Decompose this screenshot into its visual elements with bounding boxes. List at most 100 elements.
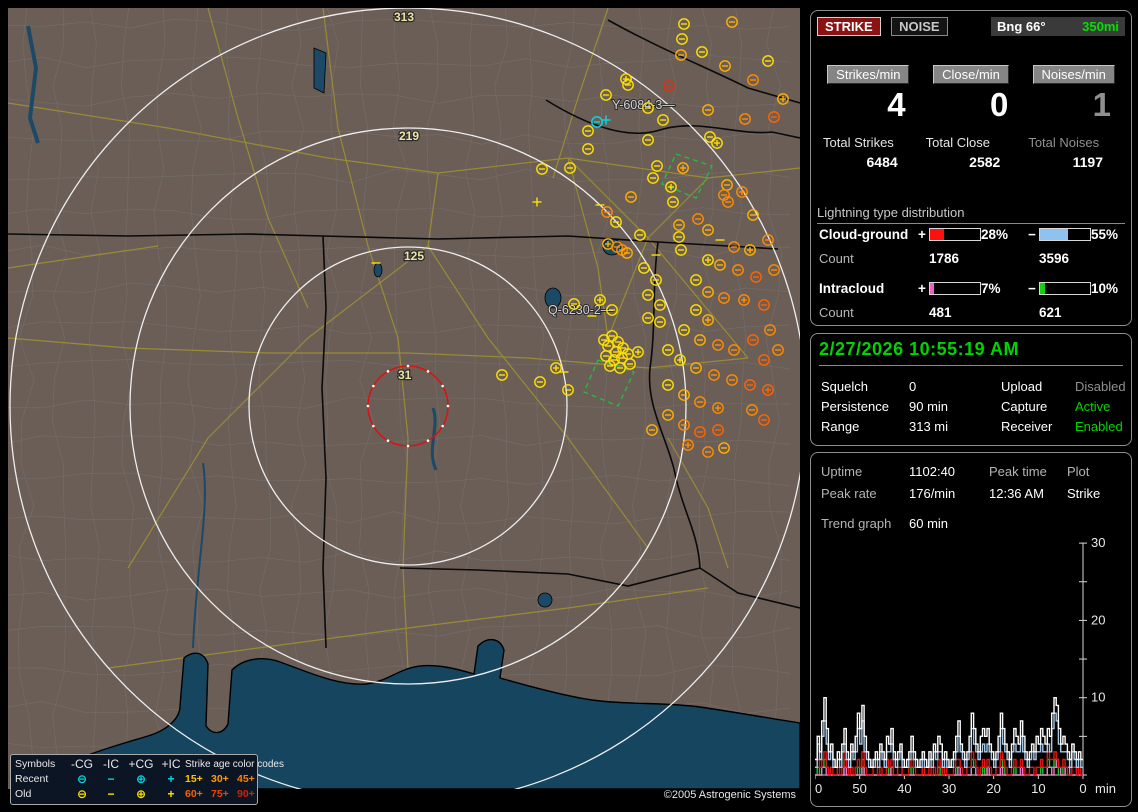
circle-minus-icon: ⊖ — [76, 772, 88, 786]
count-label: Count — [819, 305, 854, 320]
peak-time-label: Peak time — [989, 464, 1047, 479]
svg-text:125: 125 — [404, 249, 424, 263]
ic-minus-pct: 10% — [1091, 281, 1119, 296]
ic-minus-bar — [1039, 282, 1091, 295]
upload-state: Disabled — [1075, 378, 1126, 394]
peak-rate-value: 176/min — [909, 486, 956, 501]
minus-sign: − — [1028, 227, 1036, 242]
legend-age-title: Strike age color codes — [185, 759, 284, 770]
cg-plus-count: 1786 — [929, 251, 960, 266]
close-per-min-value: 0 — [989, 86, 1009, 123]
age-90: 90+ — [237, 788, 255, 800]
symbol-legend: Symbols -CG -IC +CG +IC Strike age color… — [10, 754, 284, 805]
uptime-label: Uptime — [821, 464, 863, 479]
plus-icon: + — [167, 787, 175, 801]
capture-state: Active — [1075, 398, 1111, 414]
lightning-map[interactable]: Y-6084-3— Q-6230-2— 313 219 125 31 — [7, 7, 807, 805]
noise-toggle-button[interactable]: NOISE — [891, 17, 948, 36]
total-noises-value: 1197 — [1072, 154, 1103, 170]
plus-sign: + — [918, 281, 926, 296]
plot-label: Plot — [1067, 464, 1090, 479]
legend-header-neg-cg: -CG — [71, 757, 93, 771]
svg-text:20: 20 — [986, 781, 1000, 796]
total-noises-label: Total Noises — [1028, 135, 1100, 150]
minus-sign: − — [1028, 281, 1036, 296]
ic-plus-pct: 7% — [981, 281, 1001, 296]
peak-time-value: 12:36 AM — [989, 486, 1044, 501]
age-60: 60+ — [185, 788, 203, 800]
datetime-display: 2/27/2026 10:55:19 AM — [819, 339, 1019, 359]
legend-recent-label: Recent — [15, 773, 49, 785]
svg-text:219: 219 — [399, 129, 419, 143]
legend-header-neg-ic: -IC — [103, 757, 119, 771]
range-value: 350mi — [1082, 19, 1119, 34]
svg-text:min: min — [1095, 781, 1116, 796]
total-strikes-label: Total Strikes — [823, 135, 894, 150]
legend-old-label: Old — [15, 788, 32, 800]
ic-minus-count: 621 — [1039, 305, 1062, 320]
cg-minus-bar — [1039, 228, 1091, 241]
squelch-label: Squelch — [821, 378, 868, 394]
noises-per-min-value: 1 — [1092, 86, 1111, 123]
svg-text:20: 20 — [1091, 612, 1105, 627]
cloud-ground-label: Cloud-ground — [819, 227, 909, 242]
divider — [819, 365, 1123, 366]
bearing-value: Bng 66° — [997, 19, 1046, 34]
cg-plus-bar — [929, 228, 981, 241]
capture-label: Capture — [1001, 398, 1048, 414]
cg-minus-pct: 55% — [1091, 227, 1119, 242]
svg-text:10: 10 — [1031, 781, 1045, 796]
strikes-per-min-button[interactable]: Strikes/min — [827, 65, 910, 84]
total-close-label: Total Close — [925, 135, 990, 150]
plot-mode-value: Strike — [1067, 486, 1101, 501]
cg-plus-pct: 28% — [981, 227, 1009, 242]
legend-header-symbols: Symbols — [15, 758, 56, 770]
total-close-value: 2582 — [969, 154, 1001, 170]
peak-rate-label: Peak rate — [821, 486, 877, 501]
minus-icon: − — [107, 787, 115, 801]
strikes-per-min-value: 4 — [887, 86, 906, 123]
trend-graph-label: Trend graph — [821, 516, 892, 531]
svg-text:313: 313 — [394, 10, 414, 24]
age-15: 15+ — [185, 773, 203, 785]
ic-plus-count: 481 — [929, 305, 952, 320]
range-label: Range — [821, 418, 860, 434]
svg-text:30: 30 — [1091, 537, 1105, 550]
persistence-value: 90 min — [909, 398, 949, 414]
circle-plus-icon: ⊕ — [135, 787, 147, 801]
map-canvas: Y-6084-3—Q-6230-2— 31321912531 — [7, 7, 807, 805]
svg-text:10: 10 — [1091, 690, 1105, 705]
close-per-min-button[interactable]: Close/min — [933, 65, 1009, 84]
distribution-title: Lightning type distribution — [817, 205, 1125, 224]
legend-header-pos-cg: +CG — [128, 757, 154, 771]
persistence-label: Persistence — [821, 398, 889, 414]
svg-text:30: 30 — [942, 781, 956, 796]
total-strikes-value: 6484 — [866, 154, 898, 170]
intracloud-label: Intracloud — [819, 281, 885, 296]
svg-text:0: 0 — [1079, 781, 1086, 796]
receiver-state: Enabled — [1075, 418, 1123, 434]
noises-per-min-button[interactable]: Noises/min — [1032, 65, 1115, 84]
strike-counter-panel: STRIKE NOISE Bng 66° 350mi Strikes/min C… — [810, 10, 1132, 326]
ic-plus-bar — [929, 282, 981, 295]
trend-graph: 10 20 30 60 50 40 30 20 10 0 min — [815, 537, 1116, 796]
squelch-value: 0 — [909, 378, 917, 394]
bearing-range-display: Bng 66° 350mi — [991, 17, 1125, 36]
receiver-label: Receiver — [1001, 418, 1053, 434]
svg-text:60: 60 — [815, 781, 822, 796]
cg-minus-count: 3596 — [1039, 251, 1070, 266]
status-panel: 2/27/2026 10:55:19 AM Squelch 0 Upload D… — [810, 333, 1132, 446]
circle-plus-icon: ⊕ — [135, 772, 147, 786]
svg-text:Q-6230-2—: Q-6230-2— — [548, 303, 614, 317]
strike-toggle-button[interactable]: STRIKE — [817, 17, 881, 36]
age-45: 45+ — [237, 773, 255, 785]
uptime-value: 1102:40 — [909, 464, 956, 479]
minus-icon: − — [107, 772, 115, 786]
svg-text:31: 31 — [398, 368, 412, 382]
age-75: 75+ — [211, 788, 229, 800]
plus-sign: + — [918, 227, 926, 242]
age-30: 30+ — [211, 773, 229, 785]
svg-text:50: 50 — [852, 781, 866, 796]
trend-window-value: 60 min — [909, 516, 949, 531]
legend-header-pos-ic: +IC — [161, 757, 181, 771]
